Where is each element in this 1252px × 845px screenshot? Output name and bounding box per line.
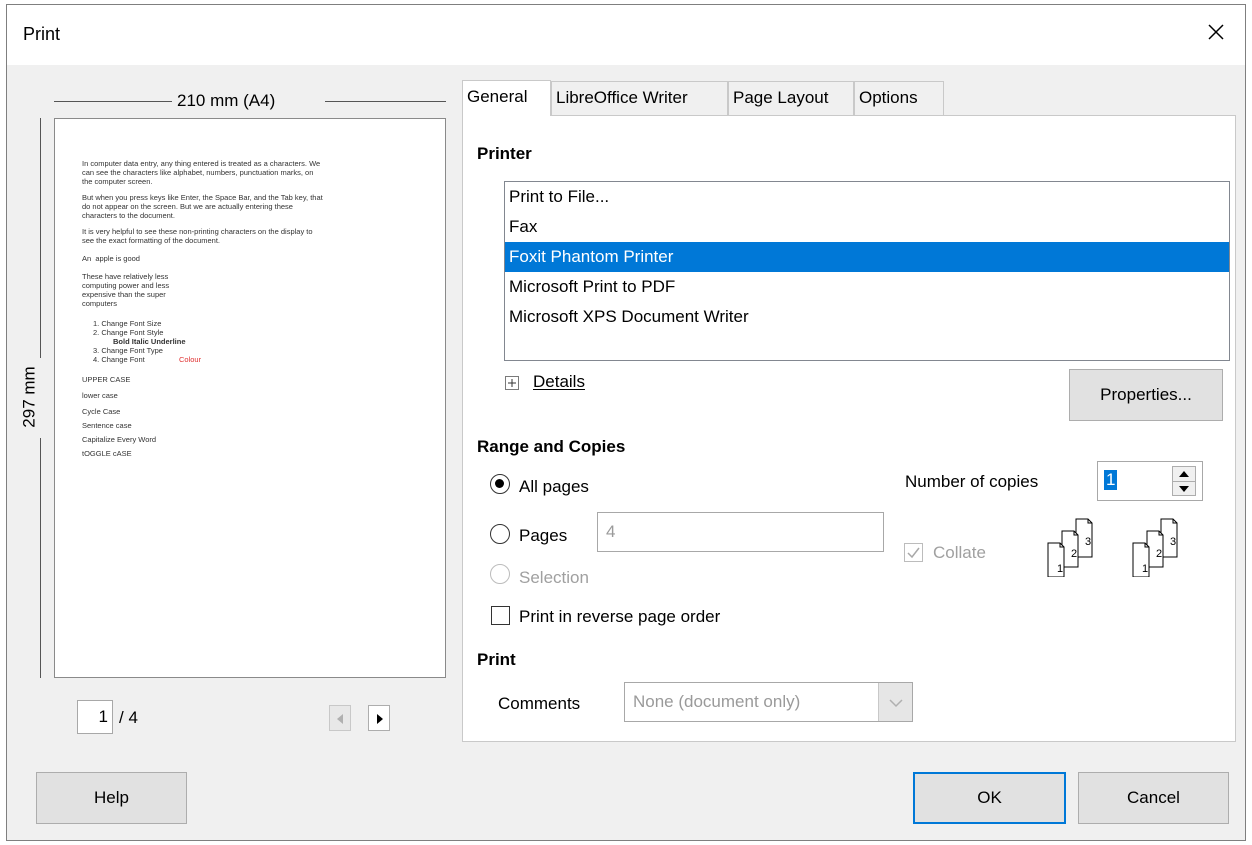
preview-line: In computer data entry, any thing entere… xyxy=(82,159,321,168)
svg-text:1: 1 xyxy=(1142,563,1148,575)
reverse-order-label[interactable]: Print in reverse page order xyxy=(519,607,720,627)
preview-line: do not appear on the screen. But we are … xyxy=(82,202,293,211)
svg-text:3: 3 xyxy=(1170,536,1176,548)
spin-up-icon xyxy=(1179,471,1189,477)
window-title: Print xyxy=(23,24,61,44)
all-pages-radio[interactable] xyxy=(490,474,510,494)
tab-page-layout[interactable]: Page Layout xyxy=(728,81,854,115)
svg-text:3: 3 xyxy=(1085,536,1091,548)
printer-item[interactable]: Microsoft XPS Document Writer xyxy=(505,302,1229,332)
next-page-icon xyxy=(377,714,383,724)
reverse-order-checkbox[interactable] xyxy=(491,606,510,625)
printer-list[interactable]: Print to File... Fax Foxit Phantom Print… xyxy=(504,181,1230,361)
copies-spinbox[interactable]: 1 xyxy=(1097,461,1203,501)
preview-line: can see the characters like alphabet, nu… xyxy=(82,168,314,177)
pages-field[interactable]: 4 xyxy=(597,512,884,552)
preview-line: 1. Change Font Size xyxy=(93,319,162,328)
preview-line: 4. Change Font xyxy=(93,355,147,364)
tab-libreoffice-writer[interactable]: LibreOffice Writer xyxy=(551,81,728,115)
collated-pages-icon-2: 3 2 1 xyxy=(1132,518,1178,577)
page-width-label: 210 mm (A4) xyxy=(177,91,276,110)
printer-heading: Printer xyxy=(477,144,532,163)
preview-line: 2. Change Font Style xyxy=(93,328,164,337)
printer-item-selected[interactable]: Foxit Phantom Printer xyxy=(505,242,1229,272)
preview-line: UPPER CASE xyxy=(82,375,131,384)
printer-item[interactable]: Fax xyxy=(505,212,1229,242)
print-heading: Print xyxy=(477,650,516,669)
preview-line-red: Colour xyxy=(179,355,202,364)
page-number-value: 1 xyxy=(98,707,108,726)
print-dialog: Print 210 mm (A4) 297 mm In computer dat… xyxy=(6,4,1246,841)
svg-text:2: 2 xyxy=(1156,548,1162,560)
copies-label: Number of copies xyxy=(905,472,1039,491)
preview-line: Capitalize Every Word xyxy=(82,435,157,444)
preview-line: These have relatively less xyxy=(82,272,169,281)
selection-radio[interactable] xyxy=(490,564,510,584)
pages-label[interactable]: Pages xyxy=(519,526,567,546)
comments-dropdown-button[interactable] xyxy=(878,683,912,721)
preview-line: see the exact formatting of the document… xyxy=(82,236,220,245)
preview-line: Bold Italic Underline xyxy=(113,337,186,346)
comments-label: Comments xyxy=(498,694,581,713)
help-button[interactable]: Help xyxy=(36,772,187,824)
pages-radio[interactable] xyxy=(490,524,510,544)
printer-item[interactable]: Print to File... xyxy=(505,182,1229,212)
expand-plus-icon xyxy=(505,376,519,390)
previous-page-button[interactable] xyxy=(329,705,351,731)
preview-line: An apple is good xyxy=(82,254,140,263)
preview-line: But when you press keys like Enter, the … xyxy=(82,193,323,202)
preview-line: Sentence case xyxy=(82,421,132,430)
copies-value: 1 xyxy=(1104,470,1118,490)
preview-line: computing power and less xyxy=(82,281,170,290)
preview-line: the computer screen. xyxy=(82,177,153,186)
height-dimension-line-top xyxy=(40,118,41,358)
collate-checkbox[interactable] xyxy=(904,543,923,562)
help-label: Help xyxy=(94,788,129,807)
height-dimension-line-bottom xyxy=(40,438,41,678)
printer-item[interactable]: Microsoft Print to PDF xyxy=(505,272,1229,302)
tab-options[interactable]: Options xyxy=(854,81,944,115)
width-dimension-line-left xyxy=(54,101,172,102)
properties-label: Properties... xyxy=(1100,385,1192,404)
collate-label[interactable]: Collate xyxy=(933,543,986,563)
selection-label[interactable]: Selection xyxy=(519,568,589,588)
comments-value: None (document only) xyxy=(633,692,801,711)
close-icon[interactable] xyxy=(1201,17,1231,47)
next-page-button[interactable] xyxy=(368,705,390,731)
tab-general[interactable]: General xyxy=(462,80,551,116)
preview-line: 3. Change Font Type xyxy=(93,346,163,355)
properties-button[interactable]: Properties... xyxy=(1069,369,1223,421)
title-bar: Print xyxy=(7,5,1245,65)
page-height-label: 297 mm xyxy=(19,366,39,428)
preview-line: computers xyxy=(82,299,118,308)
cancel-button[interactable]: Cancel xyxy=(1078,772,1229,824)
preview-line: Cycle Case xyxy=(82,407,121,416)
ok-label: OK xyxy=(977,788,1002,807)
preview-line: tOGGLE cASE xyxy=(82,449,132,458)
all-pages-label[interactable]: All pages xyxy=(519,477,589,497)
previous-page-icon xyxy=(337,714,343,724)
comments-dropdown[interactable]: None (document only) xyxy=(624,682,913,722)
svg-text:1: 1 xyxy=(1057,563,1063,575)
preview-line: expensive than the super xyxy=(82,290,166,299)
details-label: Details xyxy=(533,372,585,391)
chevron-down-icon xyxy=(889,699,903,708)
collated-pages-icon: 3 2 1 xyxy=(1047,518,1093,577)
page-total-label: / 4 xyxy=(119,708,138,727)
pages-value: 4 xyxy=(606,522,616,541)
svg-text:2: 2 xyxy=(1071,548,1077,560)
ok-button[interactable]: OK xyxy=(913,772,1066,824)
preview-line: lower case xyxy=(82,391,118,400)
preview-line: It is very helpful to see these non-prin… xyxy=(82,227,313,236)
page-preview: In computer data entry, any thing entere… xyxy=(54,118,446,678)
range-and-copies-heading: Range and Copies xyxy=(477,437,626,456)
copies-spin-buttons[interactable] xyxy=(1172,466,1196,496)
page-number-field[interactable]: 1 xyxy=(77,700,113,734)
width-dimension-line-right xyxy=(325,101,446,102)
preview-line: characters to the document. xyxy=(82,211,175,220)
cancel-label: Cancel xyxy=(1127,788,1180,807)
spin-down-icon xyxy=(1179,486,1189,492)
checkmark-icon xyxy=(907,547,920,559)
